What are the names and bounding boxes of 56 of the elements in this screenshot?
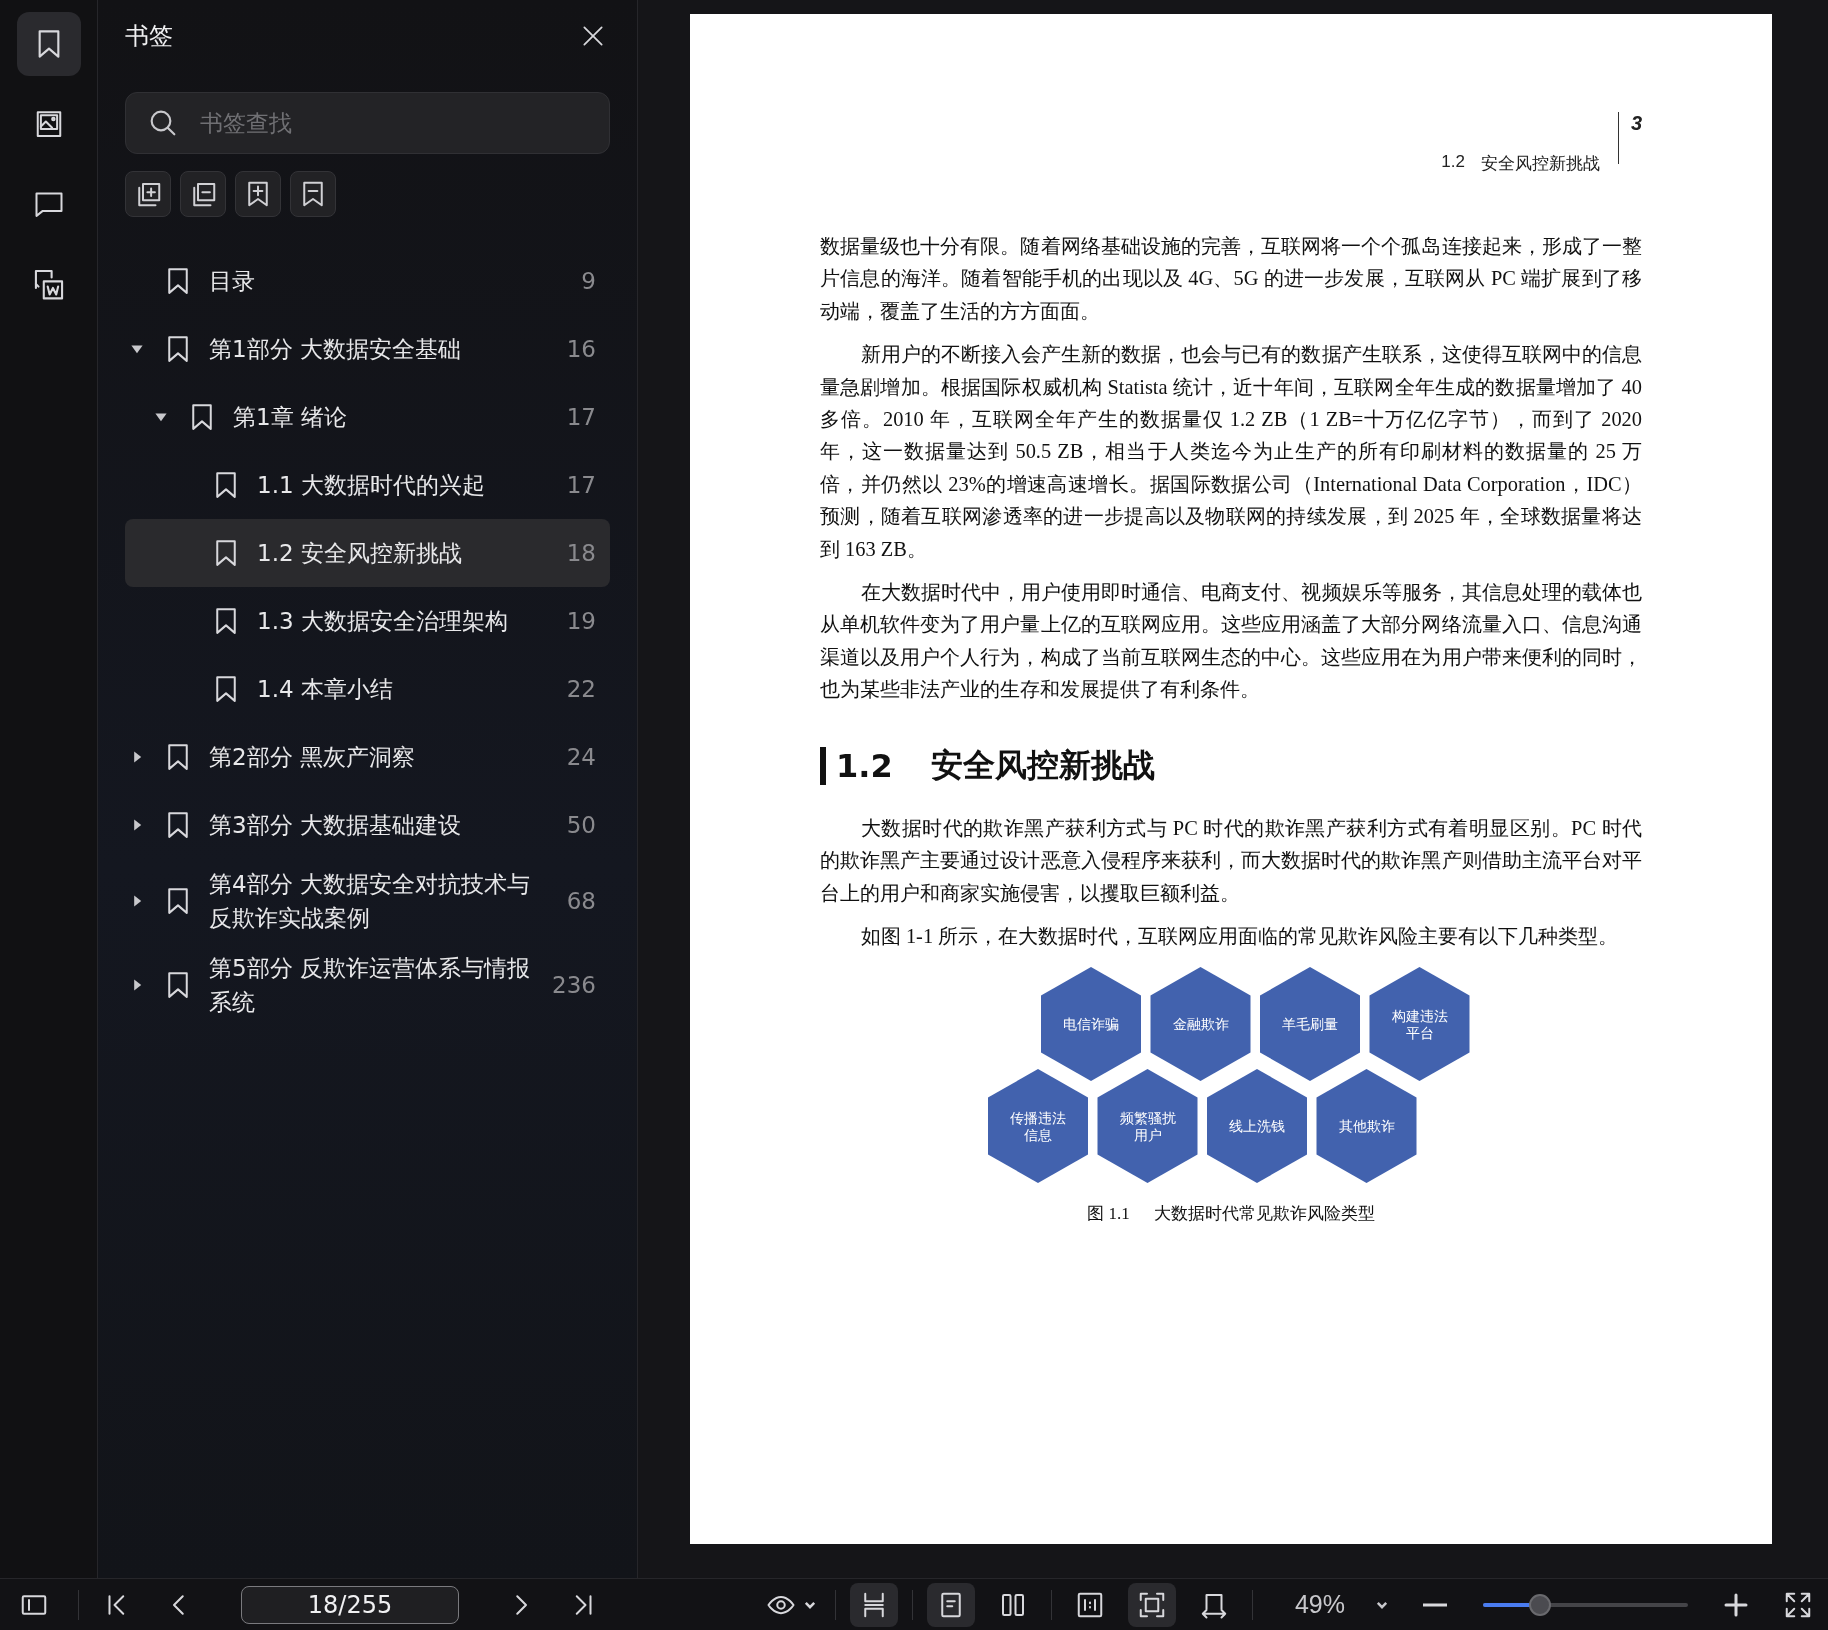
bookmark-item[interactable]: 第4部分 大数据安全对抗技术与反欺诈实战案例 68: [125, 859, 610, 943]
bookmark-item[interactable]: 第2部分 黑灰产洞察 24: [125, 723, 610, 791]
single-page-button[interactable]: [926, 1582, 975, 1627]
page-number: 68: [566, 888, 596, 914]
bookmark-item[interactable]: 第1部分 大数据安全基础 16: [125, 315, 610, 383]
bookmark-item[interactable]: 1.2 安全风控新挑战 18: [125, 519, 610, 587]
bookmarks-tab[interactable]: [16, 12, 81, 76]
hexagon-label: 其他欺诈: [1338, 1118, 1395, 1135]
paragraph: 新用户的不断接入会产生新的数据，也会与已有的数据产生联系，这使得互联网中的信息量急剧增加。根据国际权威机构 Statista 统计，近十年间，互联网全年生成的数据量增加了 40 多倍。2010 年，互联网全年产生的数据量仅 1.2 ZB（1 ZB=十万亿亿字节），而到了 2020 年，这一数据量达到 50.5 ZB，相当于人类迄今为止生产的所有印刷材料的数据量的 25 万倍，并仍然以 23%的增速高速增长。据国际数据公司（International Data Corporation，IDC）预测，随着互联网渗透率的进一步提高以及物联网的持续发展，到 2025 年，全球数据量将达到 163 ZB。: [820, 342, 1642, 562]
page-number: 9: [581, 268, 596, 294]
search-field[interactable]: 书签查找: [125, 92, 610, 154]
page-number: 50: [566, 812, 596, 838]
remove-bookmark-button[interactable]: [290, 171, 336, 217]
figure-caption: 大数据时代常见欺诈风险类型: [1153, 1203, 1375, 1226]
page-number: 18: [566, 540, 596, 566]
bookmark-item[interactable]: 1.3 大数据安全治理架构 19: [125, 587, 610, 655]
heading-bar: [820, 746, 826, 785]
fit-width-button[interactable]: [849, 1582, 898, 1627]
slider-thumb[interactable]: [1529, 1593, 1552, 1616]
panel-title: 书签: [125, 21, 173, 52]
paragraph: 数据量级也十分有限。随着网络基础设施的完善，互联网将一个个孤岛连接起来，形成了一整片信息的海洋。随着智能手机的出现以及 4G、5G 的进一步发展，互联网从 PC 端扩展到了移动端，覆盖了生活的方方面面。: [820, 234, 1642, 324]
fit-page-button[interactable]: [1127, 1582, 1176, 1627]
page-number: 24: [566, 744, 596, 770]
hexagon-label: 电信诈骗: [1063, 1016, 1119, 1033]
bookmark-item[interactable]: 1.4 本章小结 22: [125, 655, 610, 723]
paragraph: 如图 1-1 所示，在大数据时代，互联网应用面临的常见欺诈风险主要有以下几种类型。: [859, 923, 1620, 949]
page-number: 19: [566, 608, 596, 634]
figure-number: 图 1.1: [1087, 1203, 1130, 1226]
collapse-all-button[interactable]: [180, 171, 226, 217]
expand-all-button[interactable]: [125, 171, 171, 217]
bookmark-item[interactable]: 目录 9: [125, 247, 610, 315]
bookmark-item[interactable]: 第3部分 大数据基础建设 50: [125, 791, 610, 859]
page-number: 22: [566, 676, 596, 702]
section-number: 1.2: [836, 746, 893, 785]
page-number: 3: [1617, 112, 1642, 164]
page-number-field[interactable]: 18/255: [241, 1585, 459, 1624]
running-head-title: 安全风控新挑战: [1480, 153, 1600, 175]
running-head-number: 1.2: [1441, 152, 1465, 172]
add-bookmark-button[interactable]: [235, 171, 281, 217]
hexagon-label: 线上洗钱: [1229, 1118, 1285, 1135]
paragraph: 大数据时代的欺诈黑产获利方式与 PC 时代的欺诈黑产获利方式有着明显区别。PC 时代的欺诈黑产主要通过设计恶意入侵程序来获利，而大数据时代的欺诈黑产则借助主流平台对平台上的用户和商家实施侵害，以攫取巨额利益。: [820, 815, 1642, 906]
hexagon-label: 金融欺诈: [1172, 1016, 1229, 1033]
zoom-dropdown[interactable]: 49%: [1286, 1590, 1397, 1619]
paragraph: 在大数据时代中，用户使用即时通信、电商支付、视频娱乐等服务，其信息处理的载体也从单机软件变为了用户量上亿的互联网应用。这些应用涵盖了大部分网络流量入口、信息沟通渠道以及用户个人行为，构成了当前互联网生态的中心。这些应用在为用户带来便利的同时，也为某些非法产业的生存和发展提供了有利条件。: [820, 580, 1642, 703]
minus-icon: [1422, 1602, 1448, 1607]
hexagon-label: 构建违法 平台: [1391, 1007, 1448, 1041]
bookmark-item[interactable]: 1.1 大数据时代的兴起 17: [125, 451, 610, 519]
page-number: 236: [552, 972, 596, 998]
hexagon-label: 频繁骚扰 用户: [1119, 1109, 1176, 1143]
hexagon-label: 羊毛刷量: [1282, 1016, 1338, 1033]
bookmark-item[interactable]: 第1章 绪论 17: [125, 383, 610, 451]
page-number: 17: [566, 472, 596, 498]
hexagon-label: 传播违法 信息: [1010, 1109, 1066, 1143]
page-number: 16: [566, 336, 596, 362]
page-number: 17: [566, 404, 596, 430]
section-heading: 安全风控新挑战: [930, 744, 1155, 786]
